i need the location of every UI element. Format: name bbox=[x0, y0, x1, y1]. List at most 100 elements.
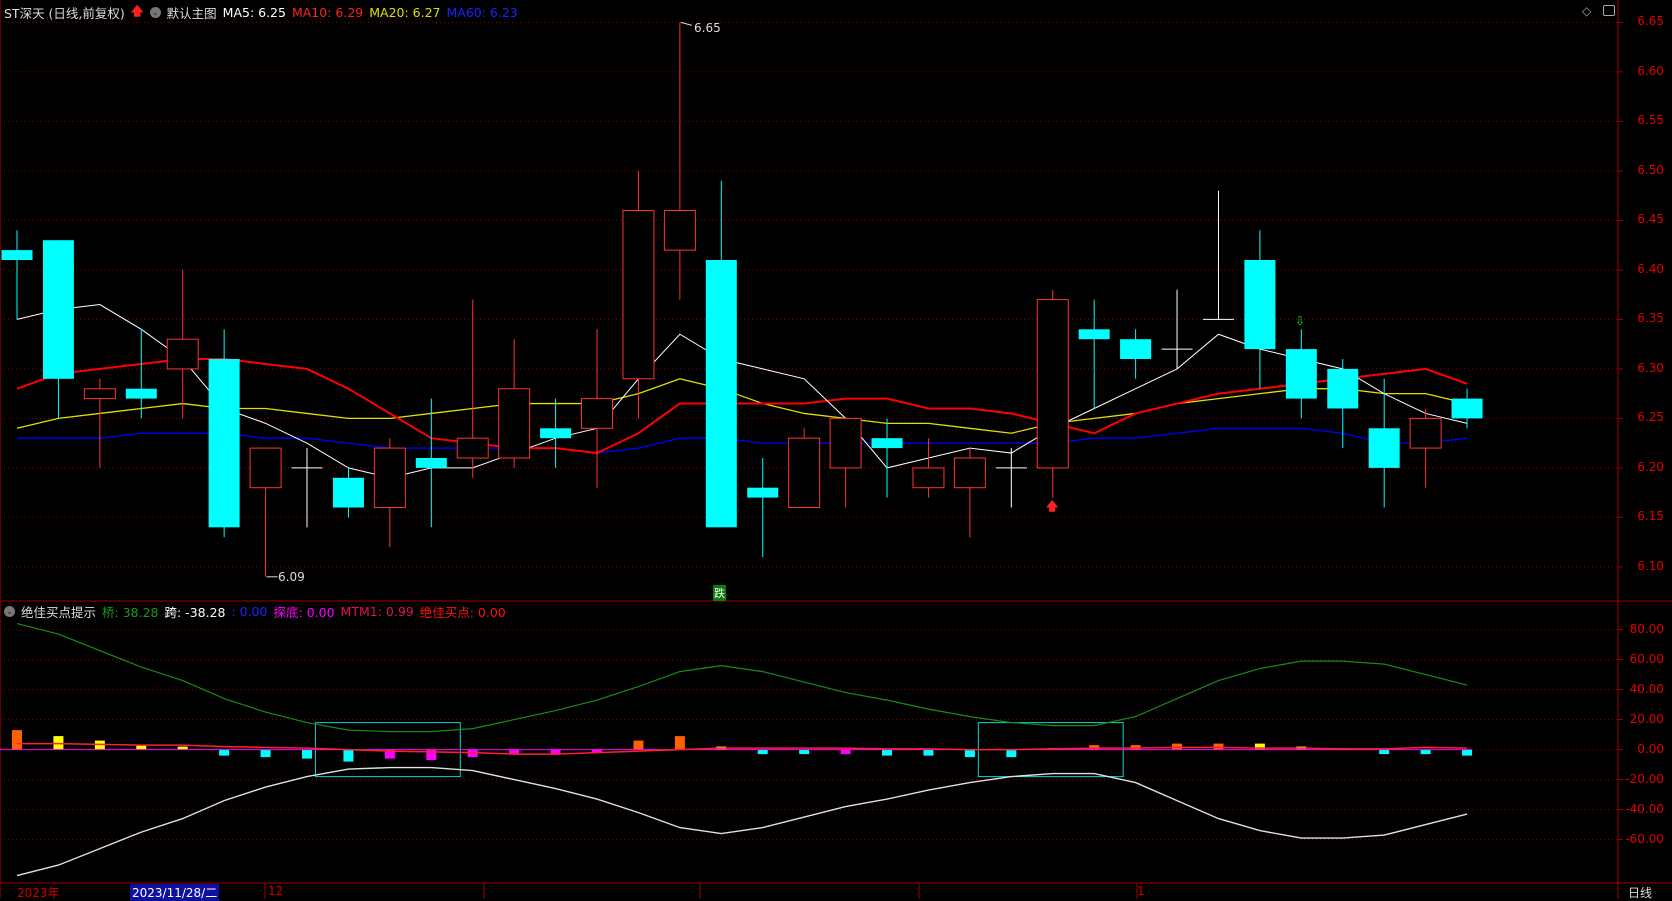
price-tick-label: 6.40 bbox=[1637, 261, 1664, 276]
indicator-bar bbox=[1420, 749, 1431, 755]
candle-body-down bbox=[705, 260, 737, 528]
indicator-bar bbox=[882, 749, 893, 756]
candle-body-down bbox=[871, 438, 903, 449]
diamond-icon[interactable]: ◇ bbox=[1582, 4, 1591, 18]
candle-body-down bbox=[1285, 349, 1317, 399]
candle-body-down bbox=[1120, 339, 1152, 359]
candle-body-up bbox=[166, 338, 199, 370]
candle-body-down bbox=[540, 428, 572, 439]
indicator-tick-label: 40.00 bbox=[1629, 681, 1664, 696]
ma20-label: MA20: 6.27 bbox=[369, 5, 441, 20]
indicator-name[interactable]: 绝佳买点提示 bbox=[21, 602, 96, 621]
price-tick-label: 6.35 bbox=[1637, 311, 1664, 326]
indicator-bar bbox=[633, 740, 644, 750]
indicator-bar bbox=[302, 749, 313, 759]
indicator-bar bbox=[1089, 745, 1100, 750]
sell-signal-badge: 跌 bbox=[713, 585, 726, 601]
high-price-label: 6.65 bbox=[694, 21, 721, 35]
sell-arrow-icon: ⇩ bbox=[1295, 314, 1306, 328]
price-tick-label: 6.60 bbox=[1637, 63, 1664, 78]
kua-value: 跨: -38.28 bbox=[164, 605, 226, 620]
indicator-bar bbox=[757, 749, 768, 755]
buy-point-value: 绝佳买点: 0.00 bbox=[419, 605, 506, 620]
kua-line bbox=[16, 766, 1468, 877]
candle-body-up bbox=[373, 447, 406, 509]
candle-body-up bbox=[1036, 299, 1069, 469]
cursor-date: 2023/11/28/二 bbox=[130, 884, 220, 901]
x-label-dec: 12 bbox=[268, 884, 284, 898]
candle-body-up bbox=[953, 457, 986, 489]
high-pointer bbox=[680, 21, 693, 26]
ma10-label: MA10: 6.29 bbox=[291, 5, 364, 20]
ma5-label: MA5: 6.25 bbox=[222, 5, 286, 20]
price-tick-label: 6.55 bbox=[1637, 113, 1664, 128]
indicator-bar bbox=[343, 749, 354, 762]
price-tick-label: 6.20 bbox=[1637, 459, 1664, 474]
template-name[interactable]: 默认主图 bbox=[167, 3, 217, 22]
indicator-bar bbox=[923, 749, 934, 756]
candle-body-up bbox=[788, 437, 821, 509]
candle-body-down bbox=[125, 388, 157, 399]
indicator-tick-label: -40.00 bbox=[1625, 801, 1664, 816]
candle-body-up bbox=[249, 447, 282, 489]
candle-body-down bbox=[332, 477, 364, 508]
candle-body-up bbox=[663, 210, 696, 251]
indicator-bar bbox=[1006, 749, 1017, 758]
candle-body-down bbox=[1, 250, 33, 260]
price-tick-label: 6.30 bbox=[1637, 360, 1664, 375]
tandi-value: 探底: 0.00 bbox=[273, 605, 335, 620]
candle-body-up bbox=[456, 437, 489, 459]
indicator-tick-label: 60.00 bbox=[1629, 651, 1664, 666]
x-label-jan: 1 bbox=[1137, 884, 1145, 898]
candle-body-down bbox=[1078, 329, 1110, 340]
panel-toggle-icon[interactable] bbox=[1603, 5, 1615, 16]
blank-value: : 0.00 bbox=[231, 604, 268, 619]
indicator-bar bbox=[1462, 749, 1473, 756]
red-up-arrow-icon: 🡅 bbox=[130, 3, 144, 18]
price-tick-label: 6.45 bbox=[1637, 212, 1664, 227]
qiao-line bbox=[16, 623, 1468, 733]
indicator-bar bbox=[1379, 749, 1390, 755]
candle-body-down bbox=[1368, 428, 1400, 468]
candle-body-down bbox=[1244, 260, 1276, 350]
ma60-label: MA60: 6.23 bbox=[446, 5, 518, 20]
candle-body-up bbox=[622, 210, 655, 380]
mtm1-value: MTM1: 0.99 bbox=[340, 604, 414, 619]
chevron-down-icon[interactable]: ⌄ bbox=[4, 606, 15, 617]
indicator-header: ⌄ 绝佳买点提示 桥: 38.28 跨: -38.28 : 0.00 探底: 0… bbox=[4, 602, 506, 621]
kline-chart[interactable] bbox=[0, 0, 1672, 899]
candle-body-down bbox=[208, 359, 240, 528]
candle-body-up bbox=[1409, 417, 1442, 449]
x-label-year: 2023年 bbox=[17, 886, 60, 900]
candle-body-up bbox=[498, 388, 531, 459]
candle-body-down bbox=[1451, 398, 1483, 419]
indicator-tick-label: 20.00 bbox=[1629, 711, 1664, 726]
candle-body-down bbox=[415, 458, 447, 468]
candle-body-down bbox=[1327, 368, 1359, 409]
candle-body-up bbox=[829, 417, 862, 469]
indicator-bar bbox=[964, 749, 975, 758]
indicator-bar bbox=[260, 749, 271, 758]
mtm-line bbox=[17, 742, 1468, 755]
indicator-bar bbox=[1172, 743, 1183, 750]
main-chart-header: ST深天 (日线,前复权) 🡅 ⌄ 默认主图 MA5: 6.25 MA10: 6… bbox=[4, 2, 518, 23]
indicator-bar bbox=[219, 749, 230, 756]
price-tick-label: 6.10 bbox=[1637, 558, 1664, 573]
qiao-value: 桥: 38.28 bbox=[102, 605, 159, 620]
chevron-down-icon[interactable]: ⌄ bbox=[149, 7, 161, 18]
candle-body-down bbox=[747, 487, 779, 498]
buy-arrow-icon: 🡅 bbox=[1046, 499, 1059, 513]
indicator-bar bbox=[12, 730, 22, 750]
stock-title[interactable]: ST深天 (日线,前复权) bbox=[4, 3, 125, 22]
indicator-bar bbox=[799, 749, 810, 755]
price-tick-label: 6.25 bbox=[1637, 410, 1664, 425]
low-price-label: 6.09 bbox=[278, 570, 305, 584]
price-tick-label: 6.50 bbox=[1637, 162, 1664, 177]
candle-body-down bbox=[42, 240, 74, 379]
candle-body-up bbox=[581, 398, 614, 429]
price-tick-label: 6.65 bbox=[1637, 14, 1664, 29]
indicator-tick-label: -60.00 bbox=[1625, 831, 1664, 846]
candle-body-up bbox=[912, 467, 945, 489]
price-tick-label: 6.15 bbox=[1637, 509, 1664, 524]
period-button[interactable]: 日线 bbox=[1628, 884, 1652, 901]
